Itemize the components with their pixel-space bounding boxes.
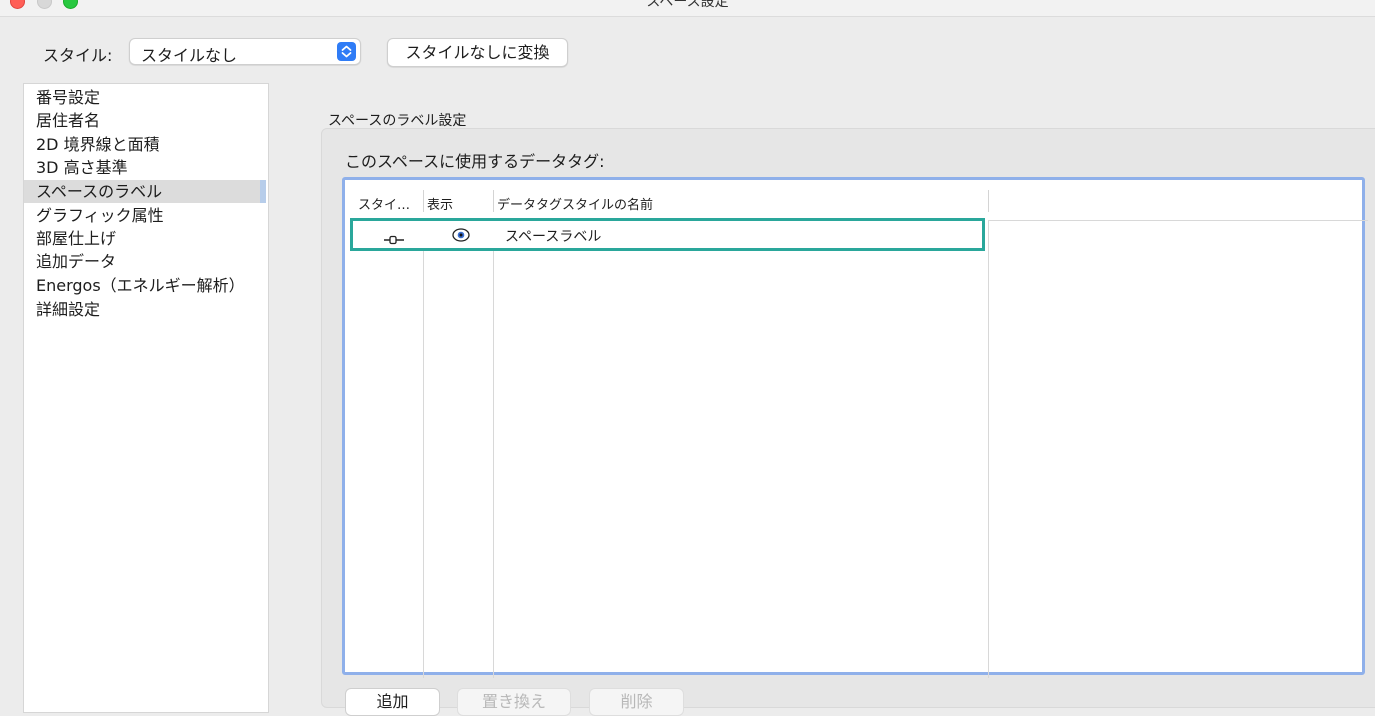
- chevron-up-down-icon: [337, 42, 356, 61]
- header-rule: [988, 220, 1368, 221]
- section-label: スペースのラベル設定: [328, 113, 467, 129]
- sidebar-item-numbering[interactable]: 番号設定: [24, 86, 260, 109]
- delete-button[interactable]: 削除: [589, 688, 684, 716]
- sidebar-item-space-label[interactable]: スペースのラベル: [24, 180, 260, 203]
- style-label: スタイル:: [43, 46, 113, 65]
- column-header-name[interactable]: データタグスタイルの名前: [497, 194, 653, 213]
- column-separator: [988, 190, 989, 212]
- sidebar-item-additional-data[interactable]: 追加データ: [24, 250, 260, 273]
- column-separator: [423, 190, 424, 212]
- sidebar-scroll-indicator[interactable]: [260, 180, 266, 203]
- replace-button[interactable]: 置き換え: [457, 688, 571, 716]
- group-header: このスペースに使用するデータタグ:: [345, 152, 605, 171]
- column-divider: [423, 220, 424, 678]
- eye-icon[interactable]: [452, 227, 470, 243]
- sidebar-item-graphic-attributes[interactable]: グラフィック属性: [24, 204, 260, 227]
- convert-to-no-style-button[interactable]: スタイルなしに変換: [387, 38, 568, 67]
- column-header-style[interactable]: スタイ…: [358, 194, 410, 213]
- table-row[interactable]: スペースラベル: [350, 218, 985, 251]
- add-button[interactable]: 追加: [345, 688, 440, 716]
- window-title: スペース設定: [646, 0, 729, 10]
- window-titlebar: スペース設定: [0, 0, 1375, 17]
- column-header-visible[interactable]: 表示: [427, 194, 453, 213]
- slider-icon: [383, 230, 405, 245]
- sidebar-item-room-finish[interactable]: 部屋仕上げ: [24, 227, 260, 250]
- sidebar-item-2d-boundary[interactable]: 2D 境界線と面積: [24, 133, 260, 156]
- style-popup-value: スタイルなし: [141, 46, 238, 65]
- sidebar-item-advanced[interactable]: 詳細設定: [24, 298, 260, 321]
- column-divider: [493, 220, 494, 678]
- data-tag-style-name: スペースラベル: [505, 229, 602, 245]
- sidebar-item-energos[interactable]: Energos（エネルギー解析）: [24, 274, 260, 297]
- sidebar: 番号設定 居住者名 2D 境界線と面積 3D 高さ基準 スペースのラベル グラフ…: [23, 83, 269, 713]
- style-popup[interactable]: スタイルなし: [129, 38, 361, 65]
- sidebar-item-3d-height[interactable]: 3D 高さ基準: [24, 156, 260, 179]
- column-divider: [988, 220, 989, 678]
- data-tag-table[interactable]: スタイ… 表示 データタグスタイルの名前 スペースラベル: [342, 177, 1368, 678]
- sidebar-item-occupant[interactable]: 居住者名: [24, 109, 260, 132]
- column-separator: [493, 190, 494, 212]
